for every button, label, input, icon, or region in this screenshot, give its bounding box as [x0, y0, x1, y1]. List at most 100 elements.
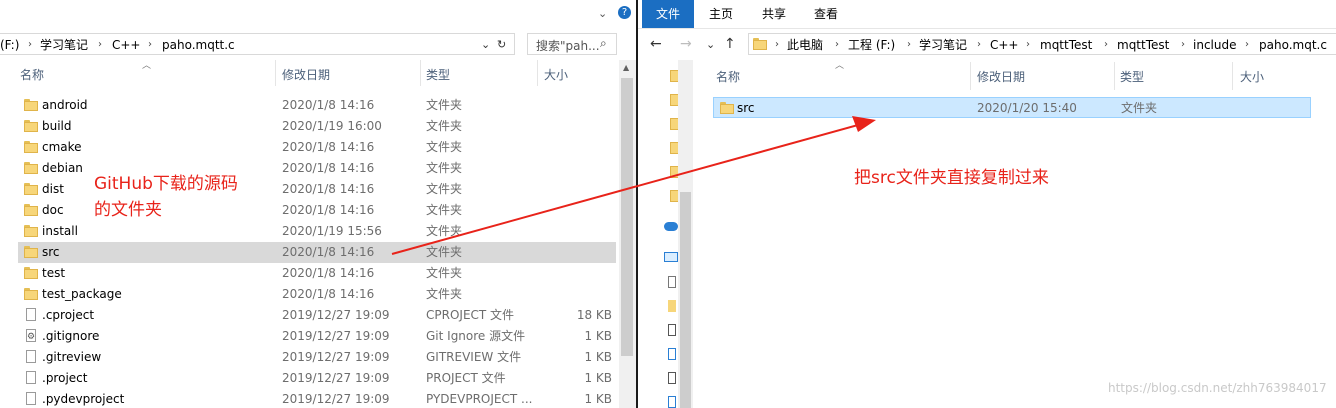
breadcrumb-separator-icon[interactable]: ›: [1245, 34, 1249, 56]
column-header-size[interactable]: 大小: [1240, 65, 1264, 89]
downloads-icon[interactable]: [668, 396, 676, 408]
file-size: [538, 179, 612, 200]
breadcrumb-include[interactable]: include: [1193, 34, 1236, 56]
column-divider[interactable]: [970, 62, 971, 90]
folder-icon: [24, 183, 38, 195]
search-icon[interactable]: ⌕: [600, 36, 607, 51]
documents-icon[interactable]: [668, 324, 676, 336]
column-header-type[interactable]: 类型: [426, 63, 450, 87]
breadcrumb-separator-icon[interactable]: ›: [1104, 34, 1108, 56]
column-header-type[interactable]: 类型: [1120, 65, 1144, 89]
file-row[interactable]: src 2020/1/20 15:40 文件夹: [713, 97, 1311, 118]
file-name: .project: [42, 371, 88, 385]
column-divider[interactable]: [1114, 62, 1115, 90]
breadcrumb-separator-icon[interactable]: ›: [907, 34, 911, 56]
folder-icon: [24, 141, 38, 153]
onedrive-icon[interactable]: [664, 222, 678, 231]
file-name: dist: [42, 182, 64, 196]
file-row[interactable]: src 2020/1/8 14:16 文件夹: [18, 242, 616, 263]
column-header-date[interactable]: 修改日期: [977, 65, 1025, 89]
breadcrumb-separator-icon[interactable]: ›: [1181, 34, 1185, 56]
folder-icon: [24, 99, 38, 111]
column-header-size[interactable]: 大小: [544, 63, 568, 87]
breadcrumb-this-pc[interactable]: 此电脑: [787, 34, 823, 56]
file-name: android: [42, 98, 88, 112]
column-divider[interactable]: [275, 60, 276, 86]
breadcrumb-study-notes[interactable]: 学习笔记: [40, 34, 88, 56]
file-size: [538, 137, 612, 158]
desktop-icon[interactable]: [668, 372, 676, 384]
breadcrumb-cpp[interactable]: C++: [990, 34, 1019, 56]
file-size: 1 KB: [584, 329, 612, 343]
breadcrumb-separator-icon[interactable]: ›: [1026, 34, 1030, 56]
column-header-name[interactable]: 名称: [20, 63, 44, 87]
tab-share[interactable]: 共享: [752, 0, 796, 28]
tab-file[interactable]: 文件: [642, 0, 694, 28]
help-icon[interactable]: ?: [618, 6, 631, 19]
breadcrumb-separator-icon[interactable]: ›: [28, 34, 32, 56]
chevron-down-icon[interactable]: ⌄: [481, 34, 490, 56]
folder-3d-objects-icon[interactable]: [668, 276, 676, 288]
breadcrumb-separator-icon[interactable]: ›: [148, 34, 152, 56]
column-divider[interactable]: [420, 60, 421, 86]
file-row[interactable]: .gitignore 2019/12/27 19:09 Git Ignore 源文件…: [18, 326, 616, 348]
this-pc-icon[interactable]: [664, 252, 678, 262]
scroll-up-arrow-icon[interactable]: ▲: [623, 63, 629, 72]
breadcrumb-drive[interactable]: 工程 (F:): [848, 34, 895, 56]
refresh-icon[interactable]: ↻: [497, 34, 506, 56]
left-address-bar[interactable]: (F:) › 学习笔记 › C++ › paho.mqtt.c ⌄ ↻: [0, 33, 515, 55]
file-row[interactable]: .cproject 2019/12/27 19:09 CPROJECT 文件 18 K…: [18, 305, 616, 326]
file-type: 文件夹: [426, 287, 463, 301]
file-size: 1 KB: [584, 392, 612, 406]
breadcrumb-mqtttest-inner[interactable]: mqttTest: [1117, 34, 1169, 56]
file-type: 文件夹: [426, 224, 463, 238]
breadcrumb-drive[interactable]: (F:): [0, 34, 19, 56]
tab-view[interactable]: 查看: [804, 0, 848, 28]
file-name: debian: [42, 161, 83, 175]
file-row[interactable]: .gitreview 2019/12/27 19:09 GITREVIEW 文件 1 …: [18, 347, 616, 368]
ribbon-expand-chevron-icon[interactable]: ⌄: [598, 7, 607, 20]
left-search-box[interactable]: 搜索"pah... ⌕: [527, 33, 617, 55]
breadcrumb-separator-icon[interactable]: ›: [977, 34, 981, 56]
file-row[interactable]: android 2020/1/8 14:16 文件夹: [18, 95, 616, 116]
breadcrumb-paho[interactable]: paho.mqt.c: [1259, 34, 1327, 56]
file-modified-date: 2020/1/8 14:16: [282, 203, 375, 217]
file-row[interactable]: build 2020/1/19 16:00 文件夹: [18, 116, 616, 137]
back-arrow-icon[interactable]: ←: [650, 36, 662, 52]
column-header-date[interactable]: 修改日期: [282, 63, 330, 87]
file-name: test: [42, 266, 66, 280]
left-vertical-scrollbar[interactable]: ▲: [619, 60, 636, 408]
file-type: Git Ignore 源文件: [426, 329, 526, 343]
column-divider[interactable]: [537, 60, 538, 86]
column-divider[interactable]: [1232, 62, 1233, 90]
file-row[interactable]: test_package 2020/1/8 14:16 文件夹: [18, 284, 616, 305]
breadcrumb-separator-icon[interactable]: ›: [775, 34, 779, 56]
file-row[interactable]: .project 2019/12/27 19:09 PROJECT 文件 1 KB: [18, 368, 616, 389]
file-size: [538, 284, 612, 305]
breadcrumb-separator-icon[interactable]: ›: [835, 34, 839, 56]
right-address-bar[interactable]: › 此电脑 › 工程 (F:) › 学习笔记 › C++ › mqttTest …: [748, 33, 1336, 55]
file-row[interactable]: test 2020/1/8 14:16 文件夹: [18, 263, 616, 284]
pictures-icon[interactable]: [668, 348, 676, 360]
file-row[interactable]: .pydevproject 2019/12/27 19:09 PYDEVPROJEC…: [18, 389, 616, 408]
scrollbar-thumb[interactable]: [680, 192, 691, 408]
left-window-top-strip: ⌄ ?: [0, 0, 636, 28]
file-row[interactable]: cmake 2020/1/8 14:16 文件夹: [18, 137, 616, 158]
up-arrow-icon[interactable]: ↑: [724, 36, 736, 52]
navigation-pane-scrollbar[interactable]: [678, 60, 693, 408]
annotation-source-line2: 的文件夹: [94, 200, 162, 220]
file-size: 18 KB: [576, 308, 612, 322]
recent-locations-chevron-icon[interactable]: ⌄: [706, 38, 715, 51]
breadcrumb-cpp[interactable]: C++: [112, 34, 141, 56]
folder-icon[interactable]: [668, 300, 676, 312]
file-row[interactable]: install 2020/1/19 15:56 文件夹: [18, 221, 616, 242]
breadcrumb-study-notes[interactable]: 学习笔记: [919, 34, 967, 56]
breadcrumb-separator-icon[interactable]: ›: [98, 34, 102, 56]
scrollbar-thumb[interactable]: [621, 78, 633, 356]
tab-home[interactable]: 主页: [698, 0, 744, 28]
breadcrumb-paho[interactable]: paho.mqtt.c: [162, 34, 235, 56]
forward-arrow-icon[interactable]: →: [680, 36, 692, 52]
column-header-name[interactable]: 名称: [716, 65, 740, 89]
breadcrumb-mqtttest[interactable]: mqttTest: [1040, 34, 1092, 56]
ribbon-tab-bar: 文件 主页 共享 查看: [638, 0, 1336, 29]
